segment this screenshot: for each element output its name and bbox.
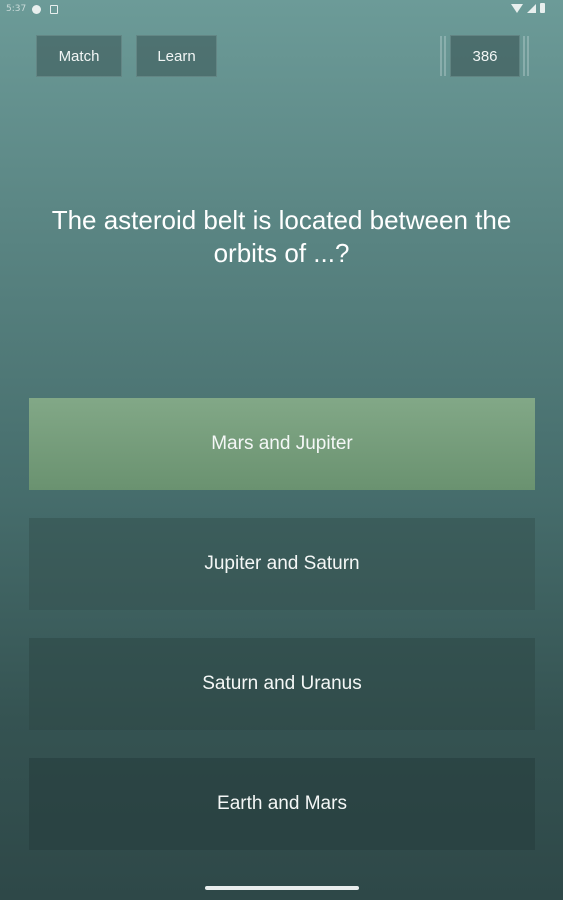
match-button[interactable]: Match: [36, 35, 122, 77]
status-icons: [511, 3, 545, 13]
learn-button[interactable]: Learn: [136, 35, 217, 77]
answer-option-4[interactable]: Earth and Mars: [29, 758, 535, 850]
answer-option-1[interactable]: Mars and Jupiter: [29, 398, 535, 490]
stack-edge: [523, 36, 525, 76]
question-text: The asteroid belt is located between the…: [51, 205, 512, 268]
status-bar: 5:37: [0, 0, 563, 20]
stack-edge: [440, 36, 442, 76]
stack-edge: [444, 36, 446, 76]
battery-icon: [540, 3, 545, 13]
wifi-icon: [511, 3, 523, 13]
home-indicator[interactable]: [205, 886, 359, 890]
score-card-stack[interactable]: 386: [440, 35, 530, 77]
stack-edge: [527, 36, 529, 76]
notification-icon: [50, 5, 58, 14]
signal-icon: [527, 3, 536, 13]
shield-icon: [32, 5, 41, 14]
answer-option-3[interactable]: Saturn and Uranus: [29, 638, 535, 730]
status-time: 5:37: [6, 4, 27, 14]
score-counter: 386: [450, 35, 520, 77]
answer-option-2[interactable]: Jupiter and Saturn: [29, 518, 535, 610]
